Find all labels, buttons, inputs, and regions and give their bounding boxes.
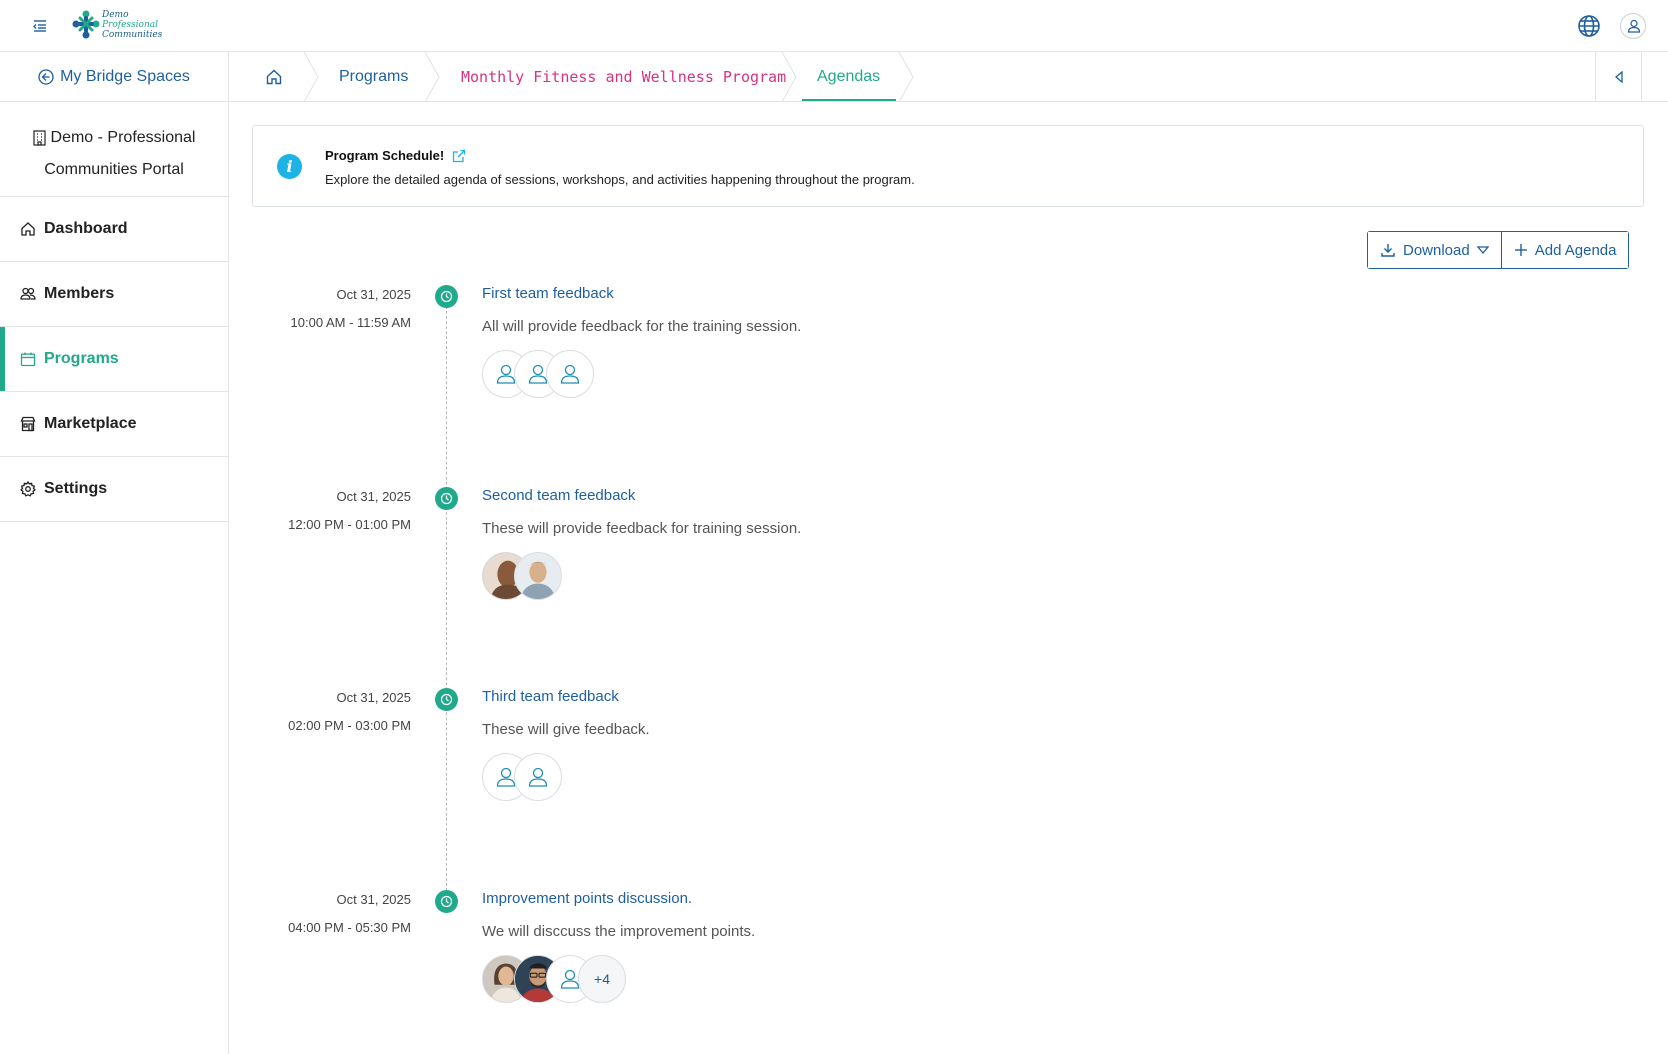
external-link-icon[interactable] [452, 149, 466, 163]
back-to-spaces-link[interactable]: My Bridge Spaces [0, 52, 228, 102]
globe-icon[interactable] [1576, 13, 1602, 39]
agenda-time: 02:00 PM - 03:00 PM [288, 718, 411, 733]
breadcrumb-programs[interactable]: Programs [339, 52, 408, 102]
agenda-title[interactable]: Improvement points discussion. [482, 890, 692, 907]
plus-icon [1514, 244, 1527, 256]
agenda-actions: Download Add Agenda [1367, 231, 1630, 269]
agenda-title[interactable]: Third team feedback [482, 688, 619, 705]
logo-line: Professional [102, 20, 159, 30]
sidebar-item-label: Marketplace [44, 415, 137, 432]
breadcrumb-program-name[interactable]: Monthly Fitness and Wellness Program [461, 52, 786, 102]
top-bar: Demo Professional Communities [0, 0, 1668, 52]
agenda-date: Oct 31, 2025 [336, 489, 411, 504]
agenda-item: Oct 31, 2025 04:00 PM - 05:30 PM Improve… [252, 890, 1152, 1050]
logo-line: Demo [102, 10, 129, 20]
agenda-description: These will provide feedback for training… [482, 520, 802, 537]
sidebar-item-marketplace[interactable]: Marketplace [0, 392, 228, 457]
sidebar-item-members[interactable]: Members [0, 262, 228, 327]
breadcrumb-separator [303, 52, 319, 102]
user-placeholder-icon [560, 364, 580, 384]
clock-icon [435, 487, 458, 510]
participant-avatars [482, 350, 594, 398]
participant-avatars [482, 753, 562, 801]
clock-icon [435, 688, 458, 711]
avatar-photo[interactable] [514, 552, 562, 600]
sidebar-item-label: Dashboard [44, 220, 128, 237]
menu-collapse-icon[interactable] [30, 16, 50, 36]
breadcrumb-agendas[interactable]: Agendas [817, 52, 880, 102]
agenda-title[interactable]: First team feedback [482, 285, 614, 302]
breadcrumb: Programs Monthly Fitness and Wellness Pr… [229, 52, 1668, 102]
agenda-item: Oct 31, 2025 12:00 PM - 01:00 PM Second … [252, 487, 1152, 647]
store-icon [20, 416, 36, 432]
agenda-title[interactable]: Second team feedback [482, 487, 635, 504]
organization-name: Demo - Professional Communities Portal [0, 102, 228, 197]
download-button[interactable]: Download [1368, 232, 1501, 268]
add-agenda-label: Add Agenda [1534, 241, 1617, 259]
users-icon [20, 287, 36, 300]
info-banner: i Program Schedule! Explore the detailed… [252, 125, 1644, 207]
active-tab-indicator [802, 99, 896, 101]
avatar[interactable] [514, 753, 562, 801]
breadcrumb-home[interactable] [265, 52, 283, 102]
org-name-line1: Demo - Professional [50, 129, 196, 146]
back-link-label: My Bridge Spaces [60, 67, 190, 85]
sidebar-item-label: Programs [44, 350, 119, 367]
sidebar: My Bridge Spaces Demo - Professional Com… [0, 52, 229, 1054]
avatar[interactable] [546, 350, 594, 398]
banner-title: Program Schedule! [325, 148, 466, 163]
logo[interactable]: Demo Professional Communities [70, 8, 162, 44]
sidebar-item-dashboard[interactable]: Dashboard [0, 197, 228, 262]
clock-icon [435, 285, 458, 308]
agenda-time: 04:00 PM - 05:30 PM [288, 920, 411, 935]
logo-line: Communities [102, 30, 163, 40]
logo-text: Demo Professional Communities [102, 10, 162, 40]
home-icon [266, 69, 282, 85]
agenda-date: Oct 31, 2025 [336, 892, 411, 907]
breadcrumb-separator [424, 52, 440, 102]
sidebar-item-label: Settings [44, 480, 108, 497]
agenda-item: Oct 31, 2025 02:00 PM - 03:00 PM Third t… [252, 688, 1152, 848]
user-placeholder-icon [528, 767, 548, 787]
banner-title-text: Program Schedule! [325, 148, 445, 163]
sidebar-item-programs[interactable]: Programs [0, 327, 228, 392]
building-icon [32, 130, 46, 146]
agenda-date: Oct 31, 2025 [336, 287, 411, 302]
agenda-description: All will provide feedback for the traini… [482, 318, 802, 335]
participant-avatars: +4 [482, 955, 626, 1003]
chevron-down-icon [1476, 246, 1489, 255]
banner-description: Explore the detailed agenda of sessions,… [325, 172, 915, 187]
user-icon [1627, 19, 1641, 33]
agenda-time: 10:00 AM - 11:59 AM [290, 315, 411, 330]
agenda-time: 12:00 PM - 01:00 PM [288, 517, 411, 532]
download-icon [1381, 244, 1395, 257]
gear-icon [20, 481, 36, 497]
caret-left-icon [1614, 71, 1623, 83]
sidebar-item-label: Members [44, 285, 115, 302]
agenda-description: These will give feedback. [482, 721, 650, 738]
more-participants-badge[interactable]: +4 [578, 955, 626, 1003]
add-agenda-button[interactable]: Add Agenda [1500, 232, 1629, 268]
collapse-panel-button[interactable] [1595, 52, 1642, 102]
agenda-item: Oct 31, 2025 10:00 AM - 11:59 AM First t… [252, 285, 1152, 445]
sidebar-item-settings[interactable]: Settings [0, 457, 228, 522]
back-arrow-icon [38, 68, 54, 85]
person-photo [515, 553, 561, 599]
agenda-description: We will disccuss the improvement points. [482, 923, 756, 940]
org-name-line2: Communities Portal [44, 161, 184, 178]
calendar-icon [20, 352, 36, 367]
info-icon: i [277, 154, 302, 179]
agenda-date: Oct 31, 2025 [336, 690, 411, 705]
breadcrumb-separator [781, 52, 797, 102]
download-label: Download [1403, 241, 1470, 259]
breadcrumb-separator [898, 52, 914, 102]
clock-icon [435, 890, 458, 913]
participant-avatars [482, 552, 562, 600]
home-icon [21, 222, 35, 236]
user-menu-button[interactable] [1620, 13, 1646, 39]
